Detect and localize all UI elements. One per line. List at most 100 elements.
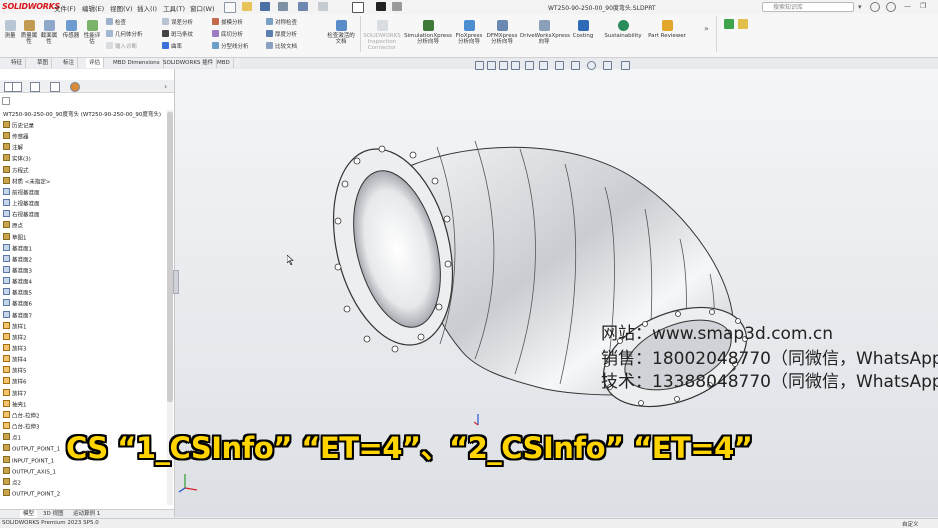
feature-tree-item[interactable]: 基准面4 bbox=[3, 277, 32, 287]
feature-tree-item[interactable]: 点2 bbox=[3, 477, 21, 488]
feature-tree-item[interactable]: OUTPUT_POINT_2 bbox=[3, 488, 60, 499]
feature-tree-item[interactable]: 前视基准面 bbox=[3, 187, 40, 198]
edit-addin-icon[interactable] bbox=[738, 19, 748, 29]
graphics-addin-icon[interactable] bbox=[724, 19, 734, 29]
tree-filter-icon[interactable] bbox=[2, 97, 10, 105]
minimize-icon[interactable]: — bbox=[904, 2, 911, 10]
costing-button[interactable]: Costing bbox=[570, 20, 596, 39]
feature-tree-item[interactable]: 放样6 bbox=[3, 377, 27, 387]
new-document-icon[interactable] bbox=[224, 2, 236, 13]
menu-edit[interactable]: 编辑(E) bbox=[82, 3, 104, 13]
tab-solidworks-addins[interactable]: SOLIDWORKS 插件 bbox=[160, 58, 218, 68]
mass-properties-button[interactable]: 质量属性 bbox=[19, 20, 39, 45]
menu-view[interactable]: 视图(V) bbox=[110, 3, 133, 13]
feature-tree-item[interactable]: 基准面3 bbox=[3, 265, 32, 276]
tab-sketch[interactable]: 草图 bbox=[34, 58, 53, 68]
tab-evaluate[interactable]: 评估 bbox=[86, 58, 105, 68]
panel-splitter-handle[interactable] bbox=[173, 270, 179, 294]
feature-tree-item[interactable]: 草图1 bbox=[3, 232, 27, 243]
tree-root-part[interactable]: WT250-90-250-00_90度弯头 (WT250-90-250-00_9… bbox=[3, 110, 161, 118]
user-icon[interactable] bbox=[870, 2, 880, 12]
undercut-analysis-button[interactable]: 底切分析 bbox=[212, 30, 243, 38]
feature-tree-item[interactable]: 注解 bbox=[3, 143, 23, 153]
symmetry-check-button[interactable]: 对称检查 bbox=[266, 18, 297, 26]
measure-button[interactable]: 测量 bbox=[2, 20, 18, 39]
previous-view-icon[interactable] bbox=[499, 61, 508, 70]
display-manager-icon[interactable] bbox=[70, 82, 80, 92]
inspection-connector-button[interactable]: SOLIDWORKS Inspection Connector bbox=[362, 20, 402, 51]
tab-features[interactable]: 特征 bbox=[8, 58, 27, 68]
traffic-light-icon[interactable] bbox=[376, 2, 386, 11]
feature-tree-item[interactable]: 基准面6 bbox=[3, 299, 32, 309]
feature-tree-item[interactable]: 基准面7 bbox=[3, 310, 32, 321]
draft-analysis-button[interactable]: 拔模分析 bbox=[212, 18, 243, 26]
edit-appearance-icon[interactable] bbox=[587, 61, 596, 70]
feature-tree-item[interactable]: OUTPUT_AXIS_1 bbox=[3, 466, 56, 477]
parting-line-analysis-button[interactable]: 分型线分析 bbox=[212, 42, 249, 50]
configuration-manager-icon[interactable] bbox=[50, 82, 60, 92]
sensor-button[interactable]: 传感器 bbox=[60, 20, 82, 39]
feature-manager-icon[interactable] bbox=[12, 82, 22, 92]
geometry-analysis-button[interactable]: 几何体分析 bbox=[106, 30, 143, 38]
hide-show-items-icon[interactable] bbox=[571, 61, 580, 70]
import-diagnostics-button[interactable]: 输入诊断 bbox=[106, 42, 137, 50]
panel-scroll-thumb[interactable] bbox=[167, 112, 173, 402]
zoom-to-area-icon[interactable] bbox=[487, 61, 496, 70]
section-view-icon[interactable] bbox=[511, 61, 520, 70]
menu-window[interactable]: 窗口(W) bbox=[190, 3, 215, 13]
select-cursor-icon[interactable] bbox=[352, 2, 364, 13]
feature-tree-item[interactable]: 放样1 bbox=[3, 321, 27, 332]
feature-tree-item[interactable]: 传感器 bbox=[3, 132, 29, 142]
menu-tools[interactable]: 工具(T) bbox=[163, 3, 185, 13]
dynamic-annotation-icon[interactable] bbox=[525, 61, 534, 70]
performance-button[interactable]: 性能评估 bbox=[82, 20, 102, 45]
open-folder-icon[interactable] bbox=[242, 2, 252, 11]
part-reviewer-button[interactable]: Part Reviewer bbox=[648, 20, 686, 39]
sustainability-button[interactable]: Sustainability bbox=[600, 20, 646, 39]
feature-tree-item[interactable]: 右视基准面 bbox=[3, 210, 40, 220]
save-icon[interactable] bbox=[260, 2, 270, 11]
feature-tree-item[interactable]: 上视基准面 bbox=[3, 199, 40, 209]
section-properties-button[interactable]: 截面属性 bbox=[39, 20, 59, 45]
menu-insert[interactable]: 插入(I) bbox=[137, 3, 157, 13]
feature-tree-item[interactable]: 点1 bbox=[3, 433, 21, 443]
property-manager-icon[interactable] bbox=[30, 82, 40, 92]
tab-mbd[interactable]: MBD bbox=[214, 58, 234, 68]
undo-icon[interactable] bbox=[298, 2, 308, 11]
feature-tree-item[interactable]: 抽壳1 bbox=[3, 399, 27, 410]
print-icon[interactable] bbox=[278, 2, 288, 11]
thickness-analysis-button[interactable]: 厚度分析 bbox=[266, 30, 297, 38]
apply-scene-icon[interactable] bbox=[603, 61, 612, 70]
feature-tree-item[interactable]: 凸台-拉伸2 bbox=[3, 410, 39, 421]
view-orientation-icon[interactable] bbox=[539, 61, 548, 70]
floxpress-button[interactable]: FloXpress 分析向导 bbox=[454, 20, 484, 45]
dfmxpress-button[interactable]: DFMXpress 分析向导 bbox=[486, 20, 518, 45]
feature-tree-item[interactable]: 放样2 bbox=[3, 332, 27, 343]
feature-tree-item[interactable]: 历史记录 bbox=[3, 121, 34, 131]
check-active-document-button[interactable]: 检查激活的文档 bbox=[325, 20, 357, 45]
tab-markup[interactable]: 标注 bbox=[60, 58, 79, 68]
curvature-button[interactable]: 曲率 bbox=[162, 42, 182, 50]
redo-icon[interactable] bbox=[318, 2, 328, 11]
help-icon[interactable] bbox=[886, 2, 896, 12]
driveworksxpress-button[interactable]: DriveWorksXpress 向导 bbox=[520, 20, 570, 45]
menu-file[interactable]: 文件(F) bbox=[54, 3, 76, 13]
zebra-stripes-button[interactable]: 斑马条纹 bbox=[162, 30, 193, 38]
feature-tree-item[interactable]: 材质 <未指定> bbox=[3, 176, 50, 187]
simulationxpress-button[interactable]: SimulationXpress 分析向导 bbox=[404, 20, 452, 45]
feature-tree-item[interactable]: 方程式 bbox=[3, 165, 29, 176]
feature-tree-item[interactable]: 放样4 bbox=[3, 355, 27, 365]
check-button[interactable]: 检查 bbox=[106, 18, 126, 26]
search-input[interactable]: 搜索知识库 bbox=[762, 2, 854, 12]
feature-tree-item[interactable]: 基准面1 bbox=[3, 243, 32, 254]
feature-tree-item[interactable]: 原点 bbox=[3, 221, 23, 231]
feature-tree-item[interactable]: 放样7 bbox=[3, 388, 27, 399]
feature-tree-item[interactable]: 放样3 bbox=[3, 344, 27, 354]
tab-mbd-dimensions[interactable]: MBD Dimensions bbox=[110, 58, 164, 68]
panel-expand-icon[interactable]: › bbox=[164, 82, 167, 91]
feature-tree-item[interactable]: 凸台-拉伸3 bbox=[3, 422, 39, 432]
options-gear-icon[interactable] bbox=[392, 2, 402, 11]
search-dropdown-icon[interactable]: ▾ bbox=[858, 3, 862, 11]
feature-tree-item[interactable]: INPUT_POINT_1 bbox=[3, 455, 54, 466]
deviation-analysis-button[interactable]: 误差分析 bbox=[162, 18, 193, 26]
